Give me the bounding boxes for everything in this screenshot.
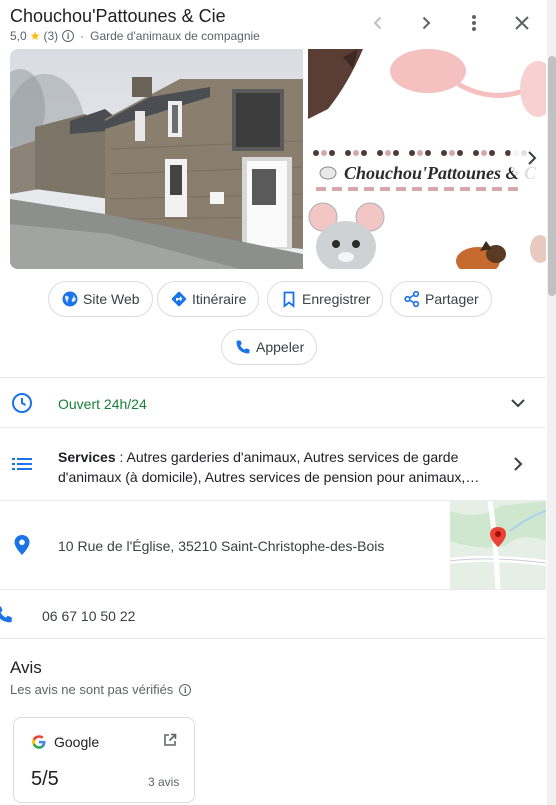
address-text: 10 Rue de l'Église, 35210 Saint-Christop… <box>58 538 385 554</box>
phone-text: 06 67 10 50 22 <box>42 608 136 624</box>
bookmark-icon <box>283 291 295 308</box>
services-text: Services : Autres garderies d'animaux, A… <box>58 447 494 487</box>
services-line1: : Autres garderies d'animaux, Autres ser… <box>115 449 459 465</box>
place-meta: 5,0 ★ (3) i · Garde d'animaux de compagn… <box>10 29 260 43</box>
directions-button[interactable]: Itinéraire <box>157 281 260 317</box>
reviews-subtitle: Les avis ne sont pas vérifiés i <box>10 682 192 697</box>
phone-icon <box>236 340 250 354</box>
photo-gallery: Chouchou'Pattounes & C <box>10 49 554 269</box>
separator-dot: · <box>80 29 85 43</box>
info-icon[interactable]: i <box>62 30 75 42</box>
map-thumbnail[interactable] <box>450 501 546 589</box>
review-score: 5/5 <box>31 768 59 790</box>
rating-value: 5,0 <box>10 29 27 43</box>
chevron-right-icon[interactable] <box>402 10 450 36</box>
phone-icon <box>0 605 16 625</box>
review-count[interactable]: (3) <box>43 29 58 43</box>
services-line2: d'animaux (à domicile), Autres services … <box>58 469 480 485</box>
share-icon <box>404 290 420 308</box>
save-button[interactable]: Enregistrer <box>267 281 384 317</box>
hours-text: Ouvert 24h/24 <box>58 396 147 412</box>
scrollbar-thumb[interactable] <box>548 56 556 296</box>
google-logo-icon <box>32 735 46 754</box>
header-icons <box>354 10 546 36</box>
chevron-down-icon[interactable] <box>510 396 526 414</box>
services-row[interactable]: Services : Autres garderies d'animaux, A… <box>0 428 546 500</box>
hours-row[interactable]: Ouvert 24h/24 <box>0 378 546 427</box>
website-label: Site Web <box>83 291 140 307</box>
reviews-title: Avis <box>10 658 42 677</box>
chevron-left-icon[interactable] <box>354 10 402 36</box>
star-icon: ★ <box>29 29 41 43</box>
call-button[interactable]: Appeler <box>221 329 318 365</box>
place-header: Chouchou'Pattounes & Cie 5,0 ★ (3) i · G… <box>10 4 546 46</box>
logo-banner-text: Chouchou'Pattounes & C <box>344 163 537 183</box>
share-button[interactable]: Partager <box>390 281 492 317</box>
directions-icon <box>171 291 187 307</box>
more-vert-icon[interactable] <box>450 10 498 36</box>
place-title: Chouchou'Pattounes & Cie <box>10 6 226 26</box>
external-link-icon[interactable] <box>163 733 177 752</box>
call-label: Appeler <box>256 339 305 355</box>
review-source-name: Google <box>54 734 100 750</box>
chevron-right-icon[interactable] <box>512 456 524 477</box>
divider <box>0 638 546 639</box>
services-label: Services <box>58 449 116 465</box>
close-icon[interactable] <box>498 10 546 36</box>
website-button[interactable]: Site Web <box>48 281 153 317</box>
list-icon <box>12 456 32 472</box>
phone-row[interactable]: 06 67 10 50 22 <box>0 590 546 638</box>
chevron-right-icon <box>528 151 537 165</box>
reviews-unverified-text: Les avis ne sont pas vérifiés <box>10 682 174 697</box>
share-label: Partager <box>425 291 479 307</box>
directions-label: Itinéraire <box>192 291 247 307</box>
info-icon[interactable]: i <box>179 683 192 696</box>
clock-icon <box>11 392 33 414</box>
location-pin-icon <box>13 534 31 556</box>
globe-icon <box>62 291 78 307</box>
save-label: Enregistrer <box>302 291 371 307</box>
review-count-label[interactable]: 3 avis <box>148 775 179 789</box>
google-review-card[interactable]: Google 5/5 3 avis <box>13 717 195 803</box>
street-view-photo[interactable] <box>10 49 303 269</box>
place-category[interactable]: Garde d'animaux de compagnie <box>90 29 260 43</box>
